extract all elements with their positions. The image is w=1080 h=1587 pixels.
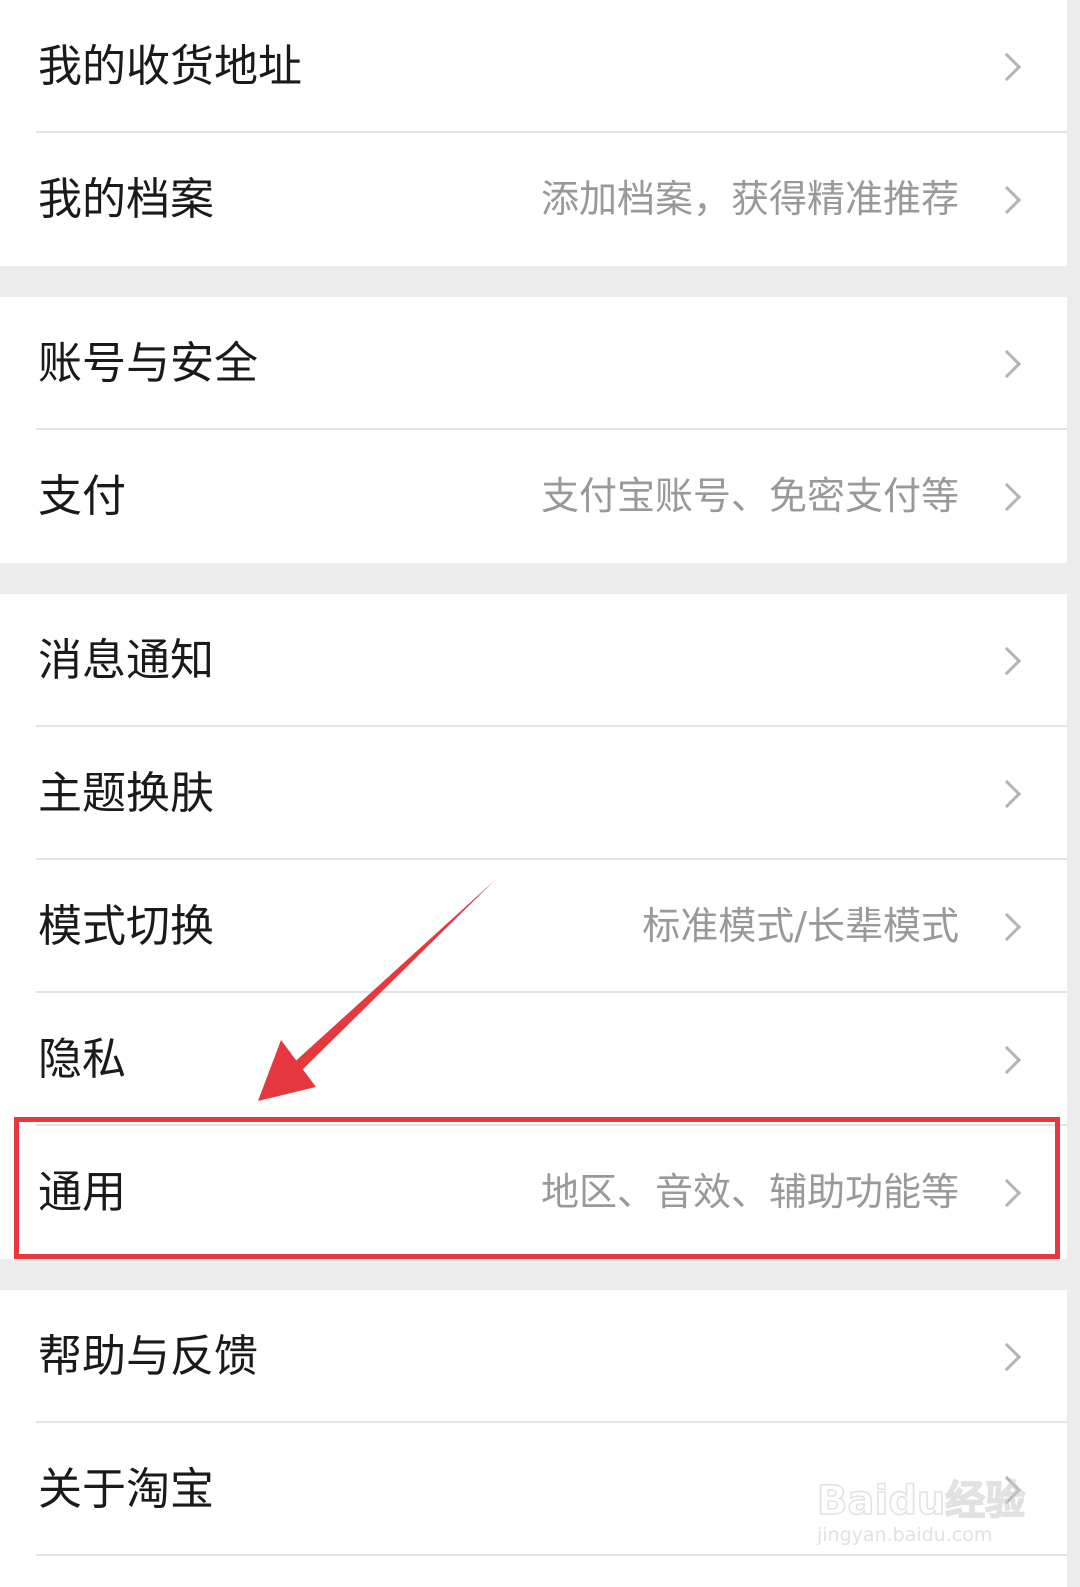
chevron-right-icon	[992, 646, 1022, 675]
settings-item-hint: 添加档案，获得精准推荐	[540, 177, 959, 221]
settings-item-help-feedback[interactable]: 帮助与反馈	[0, 1290, 1067, 1423]
settings-group-address: 我的收货地址 我的档案 添加档案，获得精准推荐	[0, 0, 1067, 266]
settings-item-account-security[interactable]: 账号与安全	[0, 297, 1067, 430]
settings-item-label: 通用	[38, 1167, 126, 1218]
settings-group-support: 帮助与反馈 关于淘宝	[0, 1290, 1067, 1587]
chevron-right-icon	[992, 1475, 1022, 1504]
row-divider	[36, 1554, 1067, 1556]
settings-item-label: 我的收货地址	[38, 41, 302, 92]
settings-item-mode-switch[interactable]: 模式切换 标准模式/长辈模式	[0, 860, 1067, 993]
settings-item-label: 隐私	[38, 1034, 126, 1085]
chevron-right-icon	[992, 1045, 1022, 1074]
settings-item-label: 帮助与反馈	[38, 1331, 258, 1382]
chevron-right-icon	[992, 779, 1022, 808]
settings-item-hint: 地区、音效、辅助功能等	[540, 1170, 959, 1214]
settings-item-my-profile[interactable]: 我的档案 添加档案，获得精准推荐	[0, 133, 1067, 266]
chevron-right-icon	[992, 482, 1022, 511]
settings-item-shipping-address[interactable]: 我的收货地址	[0, 0, 1067, 133]
settings-item-hint: 标准模式/长辈模式	[642, 904, 959, 948]
settings-item-label: 模式切换	[38, 901, 214, 952]
chevron-right-icon	[992, 1342, 1022, 1371]
chevron-right-icon	[992, 1178, 1022, 1207]
settings-item-theme[interactable]: 主题换肤	[0, 727, 1067, 860]
chevron-right-icon	[992, 52, 1022, 81]
settings-group-account: 账号与安全 支付 支付宝账号、免密支付等	[0, 297, 1067, 563]
settings-item-payment[interactable]: 支付 支付宝账号、免密支付等	[0, 430, 1067, 563]
settings-item-label: 支付	[38, 471, 126, 522]
settings-item-label: 主题换肤	[38, 768, 214, 819]
settings-item-label: 我的档案	[38, 174, 214, 225]
chevron-right-icon	[992, 349, 1022, 378]
chevron-right-icon	[992, 185, 1022, 214]
settings-item-hint: 支付宝账号、免密支付等	[540, 474, 959, 518]
settings-list: 我的收货地址 我的档案 添加档案，获得精准推荐 账号与安全 支付 支付宝账号、免…	[0, 0, 1067, 1587]
chevron-right-icon	[992, 912, 1022, 941]
settings-item-label: 关于淘宝	[38, 1464, 214, 1515]
settings-item-label: 账号与安全	[38, 338, 258, 389]
settings-item-about-taobao[interactable]: 关于淘宝	[0, 1423, 1067, 1556]
settings-group-preferences: 消息通知 主题换肤 模式切换 标准模式/长辈模式 隐私 通用 地区、音效、辅助功…	[0, 594, 1067, 1259]
settings-item-label: 消息通知	[38, 635, 214, 686]
settings-item-privacy[interactable]: 隐私	[0, 993, 1067, 1126]
settings-item-notifications[interactable]: 消息通知	[0, 594, 1067, 727]
settings-item-general[interactable]: 通用 地区、音效、辅助功能等	[0, 1126, 1067, 1259]
